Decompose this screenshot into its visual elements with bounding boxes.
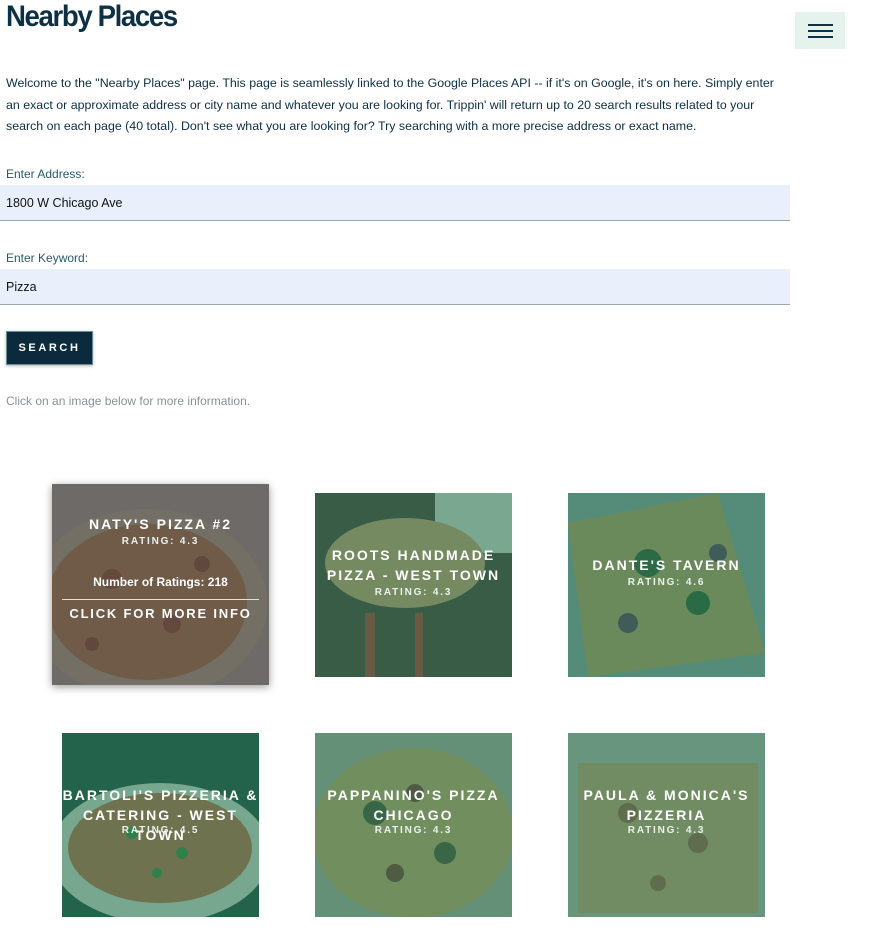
place-rating: Rating: 4.3 [121, 536, 200, 547]
page-title: Nearby Places [6, 0, 178, 33]
more-info-link[interactable]: Click for more info [52, 606, 269, 621]
results-hint: Click on an image below for more informa… [6, 394, 251, 408]
divider [62, 599, 259, 600]
place-rating: Rating: 4.3 [374, 825, 453, 836]
menu-button[interactable] [795, 12, 845, 49]
address-input[interactable] [0, 185, 790, 221]
place-name: Dante's Tavern [592, 557, 741, 573]
place-name: Naty's Pizza #2 [88, 516, 232, 532]
keyword-label: Enter Keyword: [6, 251, 89, 265]
place-name: Bartoli's Pizzeria & Catering - West Tow… [62, 787, 259, 843]
place-rating: Rating: 4.6 [627, 577, 706, 588]
ratings-count: Number of Ratings: 218 [93, 575, 228, 589]
place-rating: Rating: 4.3 [627, 825, 706, 836]
address-label: Enter Address: [6, 167, 85, 181]
place-rating: Rating: 4.3 [374, 587, 453, 598]
result-card[interactable]: Dante's Tavern Rating: 4.6 [568, 493, 765, 677]
result-card[interactable]: Bartoli's Pizzeria & Catering - West Tow… [62, 733, 259, 917]
keyword-input[interactable] [0, 269, 790, 305]
place-name: Paula & Monica's Pizzeria [583, 787, 750, 823]
result-card[interactable]: Naty's Pizza #2 Rating: 4.3 Number of Ra… [52, 484, 269, 685]
place-name: Roots Handmade Pizza - West Town [326, 547, 501, 583]
result-card[interactable]: Pappanino's Pizza Chicago Rating: 4.3 [315, 733, 512, 917]
result-card[interactable]: Roots Handmade Pizza - West Town Rating:… [315, 493, 512, 677]
result-card[interactable]: Paula & Monica's Pizzeria Rating: 4.3 [568, 733, 765, 917]
search-button[interactable]: SEARCH [6, 331, 93, 365]
intro-text: Welcome to the "Nearby Places" page. Thi… [6, 76, 774, 133]
place-name: Pappanino's Pizza Chicago [327, 787, 500, 823]
place-rating: Rating: 4.5 [121, 825, 200, 836]
